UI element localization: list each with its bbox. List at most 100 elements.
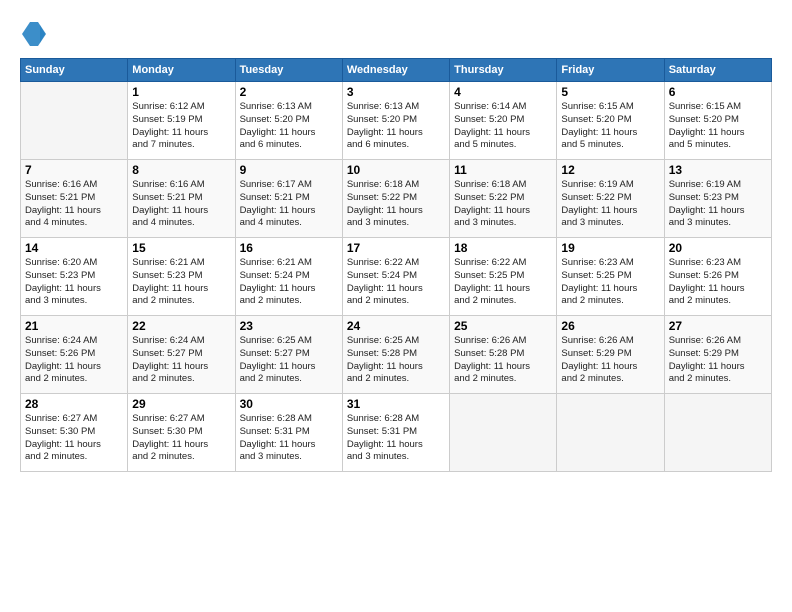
calendar-cell: 3 Sunrise: 6:13 AM Sunset: 5:20 PM Daylig… [342,82,449,160]
day-info: Sunrise: 6:23 AM Sunset: 5:26 PM Dayligh… [669,257,767,308]
calendar-cell: 15 Sunrise: 6:21 AM Sunset: 5:23 PM Dayli… [128,238,235,316]
day-number: 8 [132,163,230,177]
day-info: Sunrise: 6:15 AM Sunset: 5:20 PM Dayligh… [561,101,659,152]
calendar-cell: 19 Sunrise: 6:23 AM Sunset: 5:25 PM Dayli… [557,238,664,316]
day-info: Sunrise: 6:24 AM Sunset: 5:26 PM Dayligh… [25,335,123,386]
day-number: 10 [347,163,445,177]
day-info: Sunrise: 6:26 AM Sunset: 5:29 PM Dayligh… [669,335,767,386]
calendar-cell: 12 Sunrise: 6:19 AM Sunset: 5:22 PM Dayli… [557,160,664,238]
day-number: 23 [240,319,338,333]
calendar-cell: 18 Sunrise: 6:22 AM Sunset: 5:25 PM Dayli… [450,238,557,316]
calendar-week-4: 21 Sunrise: 6:24 AM Sunset: 5:26 PM Dayli… [21,316,772,394]
day-number: 1 [132,85,230,99]
calendar-cell: 31 Sunrise: 6:28 AM Sunset: 5:31 PM Dayli… [342,394,449,472]
calendar-week-1: 1 Sunrise: 6:12 AM Sunset: 5:19 PM Daylig… [21,82,772,160]
calendar-cell: 11 Sunrise: 6:18 AM Sunset: 5:22 PM Dayli… [450,160,557,238]
day-info: Sunrise: 6:27 AM Sunset: 5:30 PM Dayligh… [132,413,230,464]
header [20,15,772,48]
day-number: 2 [240,85,338,99]
calendar-cell: 24 Sunrise: 6:25 AM Sunset: 5:28 PM Dayli… [342,316,449,394]
day-info: Sunrise: 6:22 AM Sunset: 5:24 PM Dayligh… [347,257,445,308]
col-header-friday: Friday [557,59,664,82]
day-info: Sunrise: 6:16 AM Sunset: 5:21 PM Dayligh… [25,179,123,230]
calendar-cell: 30 Sunrise: 6:28 AM Sunset: 5:31 PM Dayli… [235,394,342,472]
calendar-cell: 21 Sunrise: 6:24 AM Sunset: 5:26 PM Dayli… [21,316,128,394]
calendar-cell: 4Sunrise: 6:14 AM Sunset: 5:20 PM Daylig… [450,82,557,160]
day-number: 14 [25,241,123,255]
day-number: 20 [669,241,767,255]
calendar-week-5: 28Sunrise: 6:27 AM Sunset: 5:30 PM Dayli… [21,394,772,472]
day-number: 25 [454,319,552,333]
day-info: Sunrise: 6:22 AM Sunset: 5:25 PM Dayligh… [454,257,552,308]
day-number: 11 [454,163,552,177]
calendar-cell: 20 Sunrise: 6:23 AM Sunset: 5:26 PM Dayli… [664,238,771,316]
day-info: Sunrise: 6:13 AM Sunset: 5:20 PM Dayligh… [240,101,338,152]
day-info: Sunrise: 6:17 AM Sunset: 5:21 PM Dayligh… [240,179,338,230]
col-header-sunday: Sunday [21,59,128,82]
calendar-cell [450,394,557,472]
day-number: 26 [561,319,659,333]
day-number: 15 [132,241,230,255]
col-header-thursday: Thursday [450,59,557,82]
day-info: Sunrise: 6:19 AM Sunset: 5:22 PM Dayligh… [561,179,659,230]
day-info: Sunrise: 6:28 AM Sunset: 5:31 PM Dayligh… [240,413,338,464]
day-number: 22 [132,319,230,333]
day-number: 17 [347,241,445,255]
day-number: 30 [240,397,338,411]
day-number: 5 [561,85,659,99]
day-info: Sunrise: 6:26 AM Sunset: 5:29 PM Dayligh… [561,335,659,386]
day-number: 7 [25,163,123,177]
calendar-cell: 5 Sunrise: 6:15 AM Sunset: 5:20 PM Daylig… [557,82,664,160]
day-info: Sunrise: 6:26 AM Sunset: 5:28 PM Dayligh… [454,335,552,386]
day-info: Sunrise: 6:28 AM Sunset: 5:31 PM Dayligh… [347,413,445,464]
col-header-saturday: Saturday [664,59,771,82]
col-header-monday: Monday [128,59,235,82]
day-info: Sunrise: 6:18 AM Sunset: 5:22 PM Dayligh… [454,179,552,230]
calendar-header-row: SundayMondayTuesdayWednesdayThursdayFrid… [21,59,772,82]
day-number: 3 [347,85,445,99]
day-number: 12 [561,163,659,177]
page: SundayMondayTuesdayWednesdayThursdayFrid… [0,0,792,612]
col-header-wednesday: Wednesday [342,59,449,82]
calendar-cell: 10 Sunrise: 6:18 AM Sunset: 5:22 PM Dayli… [342,160,449,238]
day-info: Sunrise: 6:25 AM Sunset: 5:28 PM Dayligh… [347,335,445,386]
day-number: 13 [669,163,767,177]
day-number: 16 [240,241,338,255]
calendar-cell: 9 Sunrise: 6:17 AM Sunset: 5:21 PM Daylig… [235,160,342,238]
calendar-cell: 14Sunrise: 6:20 AM Sunset: 5:23 PM Dayli… [21,238,128,316]
day-number: 24 [347,319,445,333]
calendar-cell: 8 Sunrise: 6:16 AM Sunset: 5:21 PM Daylig… [128,160,235,238]
calendar-cell: 7 Sunrise: 6:16 AM Sunset: 5:21 PM Daylig… [21,160,128,238]
day-number: 29 [132,397,230,411]
day-info: Sunrise: 6:21 AM Sunset: 5:23 PM Dayligh… [132,257,230,308]
calendar-cell [21,82,128,160]
calendar-week-2: 7 Sunrise: 6:16 AM Sunset: 5:21 PM Daylig… [21,160,772,238]
day-info: Sunrise: 6:16 AM Sunset: 5:21 PM Dayligh… [132,179,230,230]
calendar-week-3: 14Sunrise: 6:20 AM Sunset: 5:23 PM Dayli… [21,238,772,316]
day-number: 6 [669,85,767,99]
day-info: Sunrise: 6:12 AM Sunset: 5:19 PM Dayligh… [132,101,230,152]
day-number: 18 [454,241,552,255]
calendar-cell: 28Sunrise: 6:27 AM Sunset: 5:30 PM Dayli… [21,394,128,472]
calendar-cell: 22 Sunrise: 6:24 AM Sunset: 5:27 PM Dayli… [128,316,235,394]
day-number: 31 [347,397,445,411]
calendar-cell: 17 Sunrise: 6:22 AM Sunset: 5:24 PM Dayli… [342,238,449,316]
calendar-cell: 29 Sunrise: 6:27 AM Sunset: 5:30 PM Dayli… [128,394,235,472]
day-number: 27 [669,319,767,333]
logo-icon [20,20,48,48]
calendar-cell: 25 Sunrise: 6:26 AM Sunset: 5:28 PM Dayli… [450,316,557,394]
calendar-cell: 1 Sunrise: 6:12 AM Sunset: 5:19 PM Daylig… [128,82,235,160]
logo [20,20,50,48]
day-number: 9 [240,163,338,177]
day-info: Sunrise: 6:13 AM Sunset: 5:20 PM Dayligh… [347,101,445,152]
calendar-cell: 23Sunrise: 6:25 AM Sunset: 5:27 PM Dayli… [235,316,342,394]
day-number: 4 [454,85,552,99]
calendar-cell [664,394,771,472]
day-number: 19 [561,241,659,255]
day-info: Sunrise: 6:24 AM Sunset: 5:27 PM Dayligh… [132,335,230,386]
day-number: 21 [25,319,123,333]
day-info: Sunrise: 6:23 AM Sunset: 5:25 PM Dayligh… [561,257,659,308]
day-info: Sunrise: 6:18 AM Sunset: 5:22 PM Dayligh… [347,179,445,230]
calendar-cell: 6Sunrise: 6:15 AM Sunset: 5:20 PM Daylig… [664,82,771,160]
calendar-cell: 16Sunrise: 6:21 AM Sunset: 5:24 PM Dayli… [235,238,342,316]
